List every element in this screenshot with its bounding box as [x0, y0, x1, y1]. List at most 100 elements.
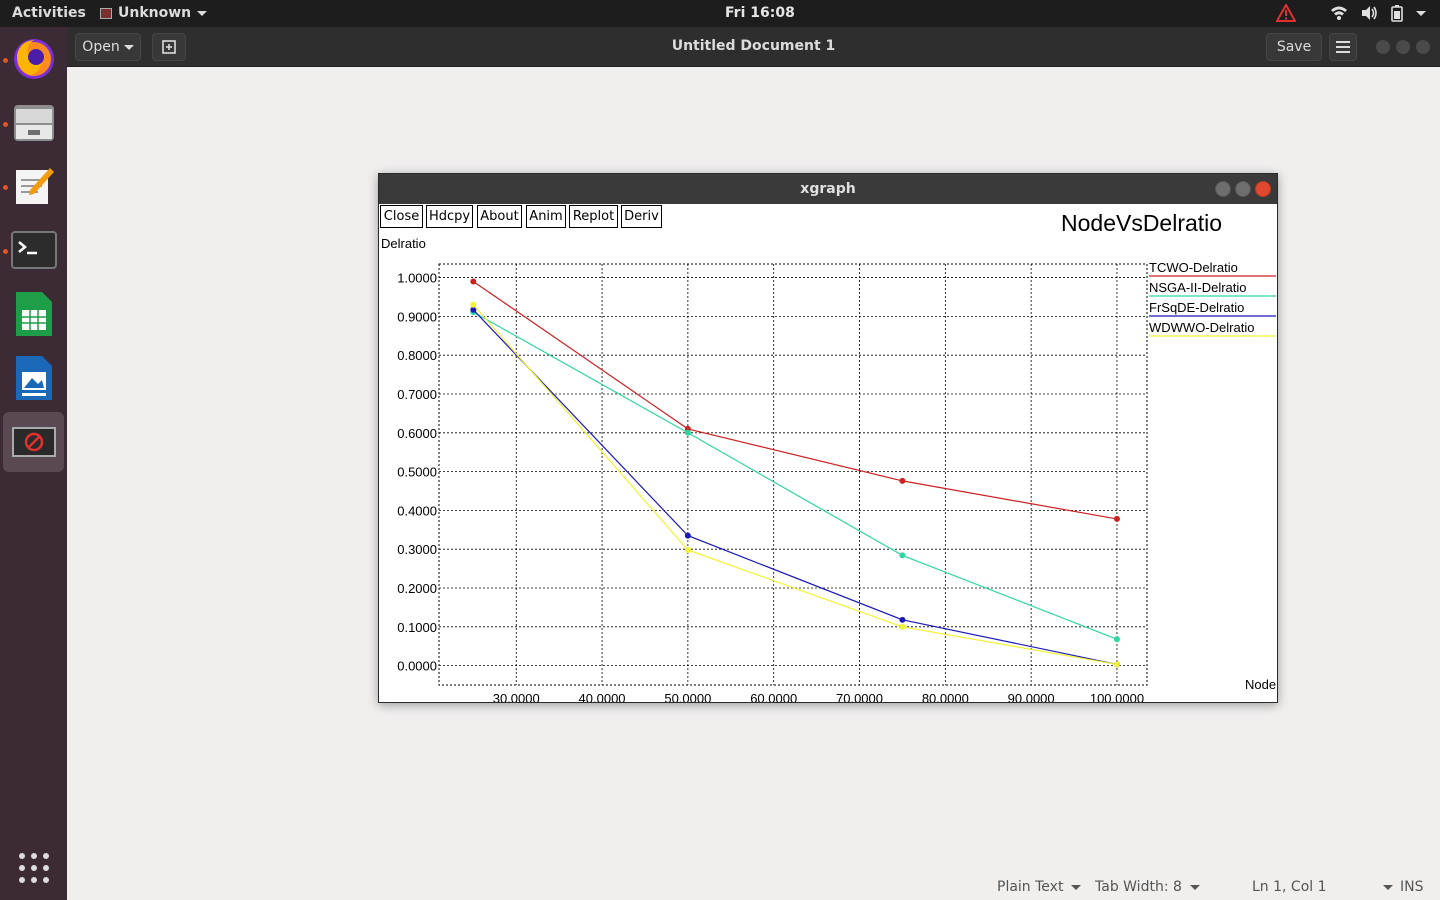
- chevron-down-icon: [1189, 884, 1200, 890]
- legend-label-0: TCWO-Delratio: [1149, 260, 1238, 275]
- app-menu-icon: [100, 7, 112, 19]
- clock[interactable]: Fri 16:08: [725, 5, 795, 21]
- show-applications-button[interactable]: [3, 838, 64, 898]
- legend-label-1: NSGA-II-Delratio: [1149, 280, 1247, 295]
- y-tick-label: 0.6000: [397, 426, 437, 441]
- dock-item-text-editor[interactable]: [3, 156, 64, 216]
- dock-item-spreadsheet[interactable]: [3, 284, 64, 344]
- y-tick-label: 0.0000: [397, 659, 437, 674]
- y-tick-label: 0.2000: [397, 581, 437, 596]
- x-tick-label: 60.0000: [750, 691, 797, 702]
- series-line-3: [472, 304, 1118, 666]
- chevron-down-icon: [1382, 884, 1393, 890]
- tab-width-selector[interactable]: Tab Width: 8: [1095, 879, 1200, 895]
- status-bar: Plain Text Tab Width: 8 Ln 1, Col 1 INS: [67, 872, 1440, 900]
- maximize-icon[interactable]: [1396, 40, 1410, 54]
- chevron-down-icon: [123, 44, 134, 50]
- y-axis-label: Delratio: [381, 236, 426, 251]
- minimize-icon[interactable]: [1376, 40, 1390, 54]
- y-tick-label: 0.8000: [397, 348, 437, 363]
- open-button[interactable]: Open: [75, 33, 141, 61]
- data-point-3: [684, 546, 691, 553]
- app-menu[interactable]: Unknown: [100, 5, 208, 21]
- top-bar: Activities Unknown Fri 16:08: [0, 0, 1440, 27]
- x-tick-label: 40.0000: [579, 691, 626, 702]
- dock: [0, 27, 67, 900]
- close-icon[interactable]: [1416, 40, 1430, 54]
- data-point-1: [1113, 636, 1120, 643]
- hamburger-icon: [1336, 41, 1350, 53]
- dock-item-xgraph[interactable]: [3, 412, 64, 472]
- chart-title: NodeVsDelratio: [1061, 210, 1222, 236]
- spreadsheet-icon: [15, 292, 52, 336]
- y-tick-label: 1.0000: [397, 271, 437, 286]
- language-selector[interactable]: Plain Text: [997, 879, 1082, 895]
- dock-item-firefox[interactable]: [3, 29, 64, 89]
- language-label: Plain Text: [997, 879, 1064, 895]
- battery-icon[interactable]: [1390, 4, 1404, 22]
- plot-frame: [438, 263, 1148, 686]
- new-tab-button[interactable]: [152, 33, 186, 61]
- xgraph-app-icon: [11, 427, 56, 457]
- terminal-icon: [10, 231, 57, 269]
- files-icon: [13, 105, 54, 141]
- system-tray[interactable]: [1276, 4, 1426, 22]
- apps-grid-icon: [18, 853, 49, 883]
- volume-icon[interactable]: [1360, 5, 1378, 21]
- x-tick-label: 100.0000: [1090, 691, 1144, 702]
- x-axis-label: Node: [1245, 677, 1276, 692]
- x-tick-label: 80.0000: [922, 691, 969, 702]
- dock-item-presentation[interactable]: [3, 348, 64, 408]
- app-menu-label: Unknown: [118, 5, 192, 21]
- y-tick-label: 0.1000: [397, 620, 437, 635]
- xgraph-minimize-icon[interactable]: [1215, 181, 1231, 197]
- dock-item-terminal[interactable]: [3, 220, 64, 280]
- y-tick-label: 0.7000: [397, 387, 437, 402]
- xgraph-window-title: xgraph: [800, 181, 856, 197]
- x-tick-label: 70.0000: [836, 691, 883, 702]
- series-line-2: [472, 309, 1118, 666]
- legend-label-3: WDWWO-Delratio: [1149, 320, 1254, 335]
- data-point-1: [684, 429, 691, 436]
- activities-button[interactable]: Activities: [12, 5, 86, 21]
- system-menu-chevron-icon[interactable]: [1416, 10, 1426, 16]
- document-title: Untitled Document 1: [671, 38, 836, 54]
- chevron-down-icon: [197, 10, 208, 16]
- cursor-position-label: Ln 1, Col 1: [1252, 879, 1327, 895]
- x-tick-label: 50.0000: [664, 691, 711, 702]
- warning-icon[interactable]: [1276, 4, 1296, 22]
- y-tick-label: 0.9000: [397, 309, 437, 324]
- data-point-3: [470, 301, 477, 308]
- data-point-0: [470, 278, 477, 285]
- menu-button[interactable]: [1329, 33, 1357, 61]
- wifi-icon[interactable]: [1330, 5, 1348, 21]
- series-line-0: [472, 280, 1118, 520]
- xgraph-titlebar[interactable]: xgraph: [379, 174, 1277, 204]
- chevron-down-icon: [1071, 884, 1082, 890]
- series-line-1: [473, 311, 1118, 640]
- insert-mode: INS: [1400, 879, 1424, 895]
- data-point-0: [899, 477, 906, 484]
- open-button-label: Open: [82, 39, 120, 55]
- x-tick-label: 30.0000: [493, 691, 540, 702]
- save-button[interactable]: Save: [1266, 33, 1322, 61]
- y-tick-label: 0.3000: [397, 542, 437, 557]
- xgraph-close-icon[interactable]: [1255, 181, 1271, 197]
- editor-header-bar: Open Untitled Document 1 Save: [67, 27, 1440, 67]
- data-point-0: [1113, 515, 1120, 522]
- xgraph-window: xgraph Close Hdcpy About Anim Replot Der…: [378, 173, 1278, 703]
- text-editor-icon: [15, 168, 54, 204]
- cursor-position-selector[interactable]: Ln 1, Col 1: [1252, 879, 1393, 895]
- firefox-icon: [13, 39, 54, 79]
- data-point-2: [899, 616, 906, 623]
- data-point-1: [899, 552, 906, 559]
- new-document-icon: [162, 40, 176, 54]
- dock-item-files[interactable]: [3, 93, 64, 153]
- xgraph-maximize-icon[interactable]: [1235, 181, 1251, 197]
- y-tick-label: 0.4000: [397, 503, 437, 518]
- data-point-2: [684, 532, 691, 539]
- presentation-icon: [15, 356, 52, 400]
- data-point-3: [899, 623, 906, 630]
- y-tick-label: 0.5000: [397, 465, 437, 480]
- xgraph-plot-area: NodeVsDelratio Delratio Node 30.0000 40.0000…: [381, 210, 1276, 702]
